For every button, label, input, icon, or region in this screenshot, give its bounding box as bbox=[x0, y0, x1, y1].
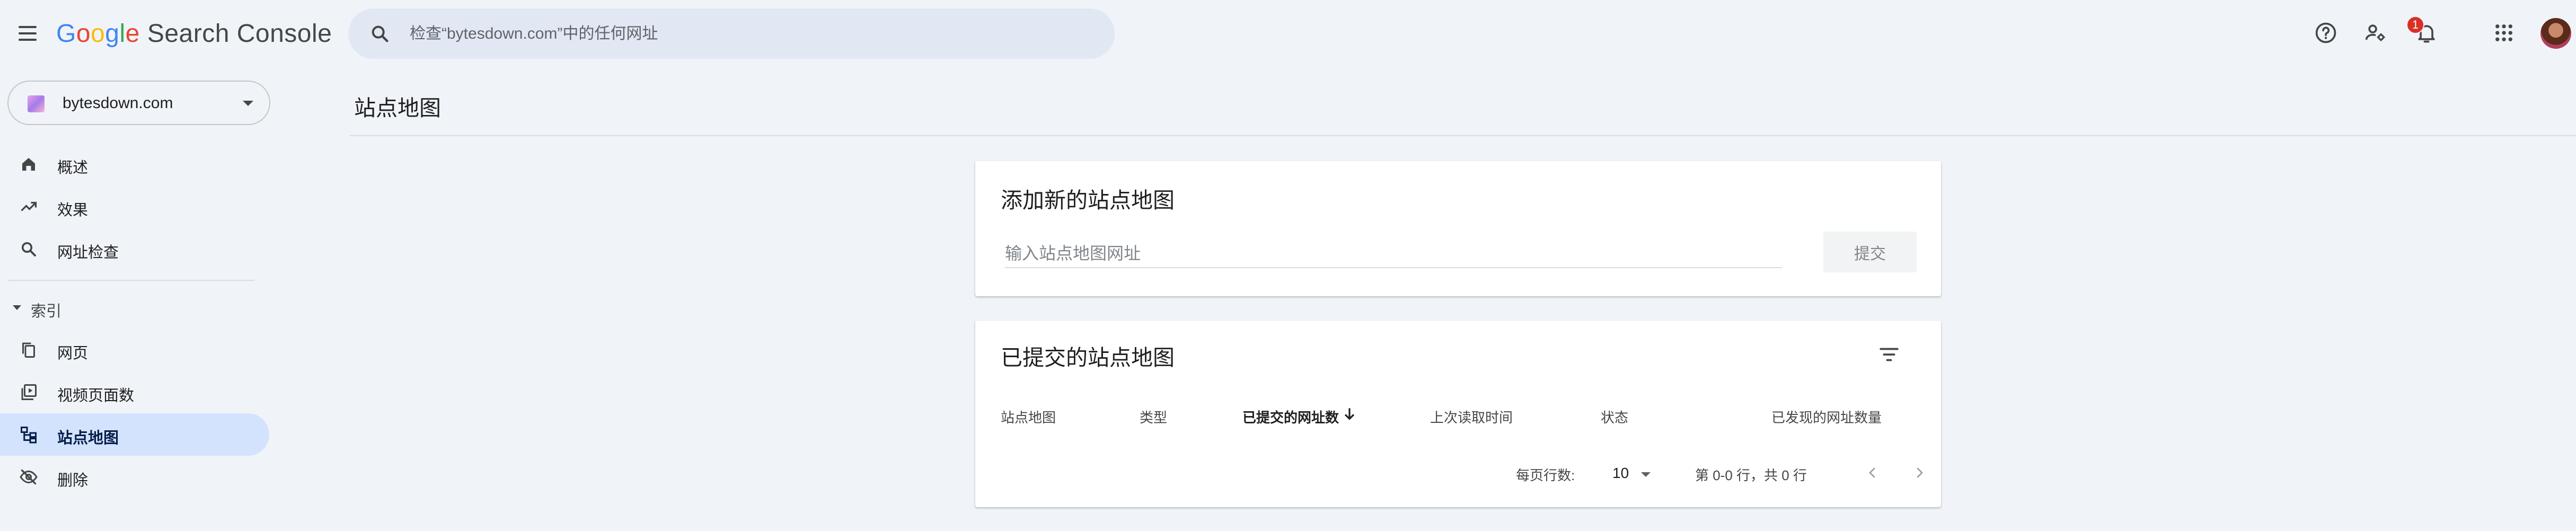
sidebar-item-label: 网页 bbox=[57, 345, 89, 362]
property-favicon-icon bbox=[28, 95, 45, 112]
submit-button[interactable]: 提交 bbox=[1823, 232, 1917, 272]
top-app-bar: Google Search Console 1 bbox=[0, 0, 2576, 67]
avatar[interactable] bbox=[2540, 18, 2571, 49]
sidebar-item-url-inspection[interactable]: 网址检查 bbox=[0, 228, 269, 270]
page-title: 站点地图 bbox=[354, 96, 441, 120]
column-header-last-read[interactable]: 上次读取时间 bbox=[1430, 407, 1513, 427]
sidebar-divider bbox=[7, 280, 254, 281]
logo-letter: e bbox=[125, 19, 140, 48]
sidebar-item-overview[interactable]: 概述 bbox=[0, 143, 269, 185]
sidebar-item-label: 概述 bbox=[57, 160, 89, 176]
product-name: Search Console bbox=[147, 19, 332, 48]
logo-letter: o bbox=[91, 19, 105, 48]
apps-icon[interactable] bbox=[2491, 20, 2517, 46]
filter-icon[interactable] bbox=[1876, 342, 1902, 367]
menu-icon[interactable] bbox=[12, 20, 43, 47]
rows-per-page-value: 10 bbox=[1612, 465, 1629, 481]
logo-letter: o bbox=[76, 19, 91, 48]
file-copy-icon bbox=[22, 342, 35, 358]
caret-down-icon bbox=[1641, 472, 1651, 477]
next-page-button[interactable] bbox=[1907, 461, 1931, 485]
chevron-down-icon bbox=[243, 101, 253, 106]
rows-per-page-select[interactable]: 10 bbox=[1607, 459, 1662, 486]
sidebar-item-label: 效果 bbox=[57, 202, 89, 219]
submitted-sitemaps-title: 已提交的站点地图 bbox=[1001, 346, 1175, 370]
column-header-discovered-urls[interactable]: 已发现的网址数量 bbox=[1771, 407, 1882, 427]
sidebar-item-performance[interactable]: 效果 bbox=[0, 185, 269, 228]
chevron-right-icon bbox=[1917, 467, 1923, 478]
help-icon[interactable] bbox=[2313, 20, 2339, 46]
manage-users-icon[interactable] bbox=[2363, 20, 2388, 46]
search-icon[interactable] bbox=[369, 23, 391, 45]
sidebar-item-label: 站点地图 bbox=[57, 430, 119, 447]
previous-page-button[interactable] bbox=[1860, 461, 1885, 485]
caret-down-icon bbox=[13, 305, 21, 310]
search-input[interactable] bbox=[410, 8, 1099, 59]
logo-letter: G bbox=[56, 19, 76, 48]
sidebar-item-sitemaps[interactable]: 站点地图 bbox=[0, 413, 269, 456]
sidebar-item-label: 视频页面数 bbox=[57, 387, 135, 404]
column-header-sitemap[interactable]: 站点地图 bbox=[1001, 407, 1056, 427]
submitted-sitemaps-card: 已提交的站点地图 站点地图 类型 已提交的网址数 上次读取时间 状态 已发现的网… bbox=[975, 321, 1941, 507]
add-sitemap-card: 添加新的站点地图 提交 bbox=[975, 161, 1941, 296]
visibility-off-icon bbox=[20, 469, 38, 485]
page-header-divider bbox=[350, 135, 2576, 136]
add-sitemap-title: 添加新的站点地图 bbox=[1001, 188, 1175, 213]
notification-badge: 1 bbox=[2406, 16, 2424, 34]
pagination-range: 第 0-0 行，共 0 行 bbox=[1695, 467, 1807, 483]
column-header-status[interactable]: 状态 bbox=[1601, 407, 1628, 427]
home-icon bbox=[22, 158, 35, 171]
chevron-left-icon bbox=[1869, 467, 1875, 478]
logo-letter: l bbox=[119, 19, 126, 48]
sidebar-item-removals[interactable]: 删除 bbox=[0, 456, 269, 498]
video-library-icon bbox=[21, 384, 37, 400]
google-search-console-logo[interactable]: Google Search Console bbox=[56, 16, 332, 51]
sidebar-item-label: 删除 bbox=[57, 472, 89, 489]
sidebar-item-label: 网址检查 bbox=[57, 244, 119, 261]
sidebar-section-label: 索引 bbox=[31, 303, 62, 320]
property-name: bytesdown.com bbox=[63, 94, 173, 112]
logo-letter: g bbox=[105, 19, 120, 48]
property-selector[interactable]: bytesdown.com bbox=[7, 81, 270, 125]
column-header-type[interactable]: 类型 bbox=[1140, 407, 1167, 427]
arrow-downward-icon[interactable] bbox=[1341, 405, 1358, 422]
trending-up-icon bbox=[21, 201, 37, 211]
rows-per-page-label: 每页行数: bbox=[1516, 467, 1575, 483]
column-header-submitted-urls[interactable]: 已提交的网址数 bbox=[1242, 407, 1339, 427]
search-icon bbox=[21, 242, 36, 256]
sidebar-item-video-pages[interactable]: 视频页面数 bbox=[0, 371, 269, 413]
sitemap-icon bbox=[21, 427, 37, 444]
sitemap-url-input[interactable] bbox=[1005, 240, 1782, 268]
sidebar-item-pages[interactable]: 网页 bbox=[0, 329, 269, 371]
sidebar-section-indexing[interactable]: 索引 bbox=[0, 289, 269, 326]
url-inspection-search-bar[interactable] bbox=[348, 8, 1115, 59]
